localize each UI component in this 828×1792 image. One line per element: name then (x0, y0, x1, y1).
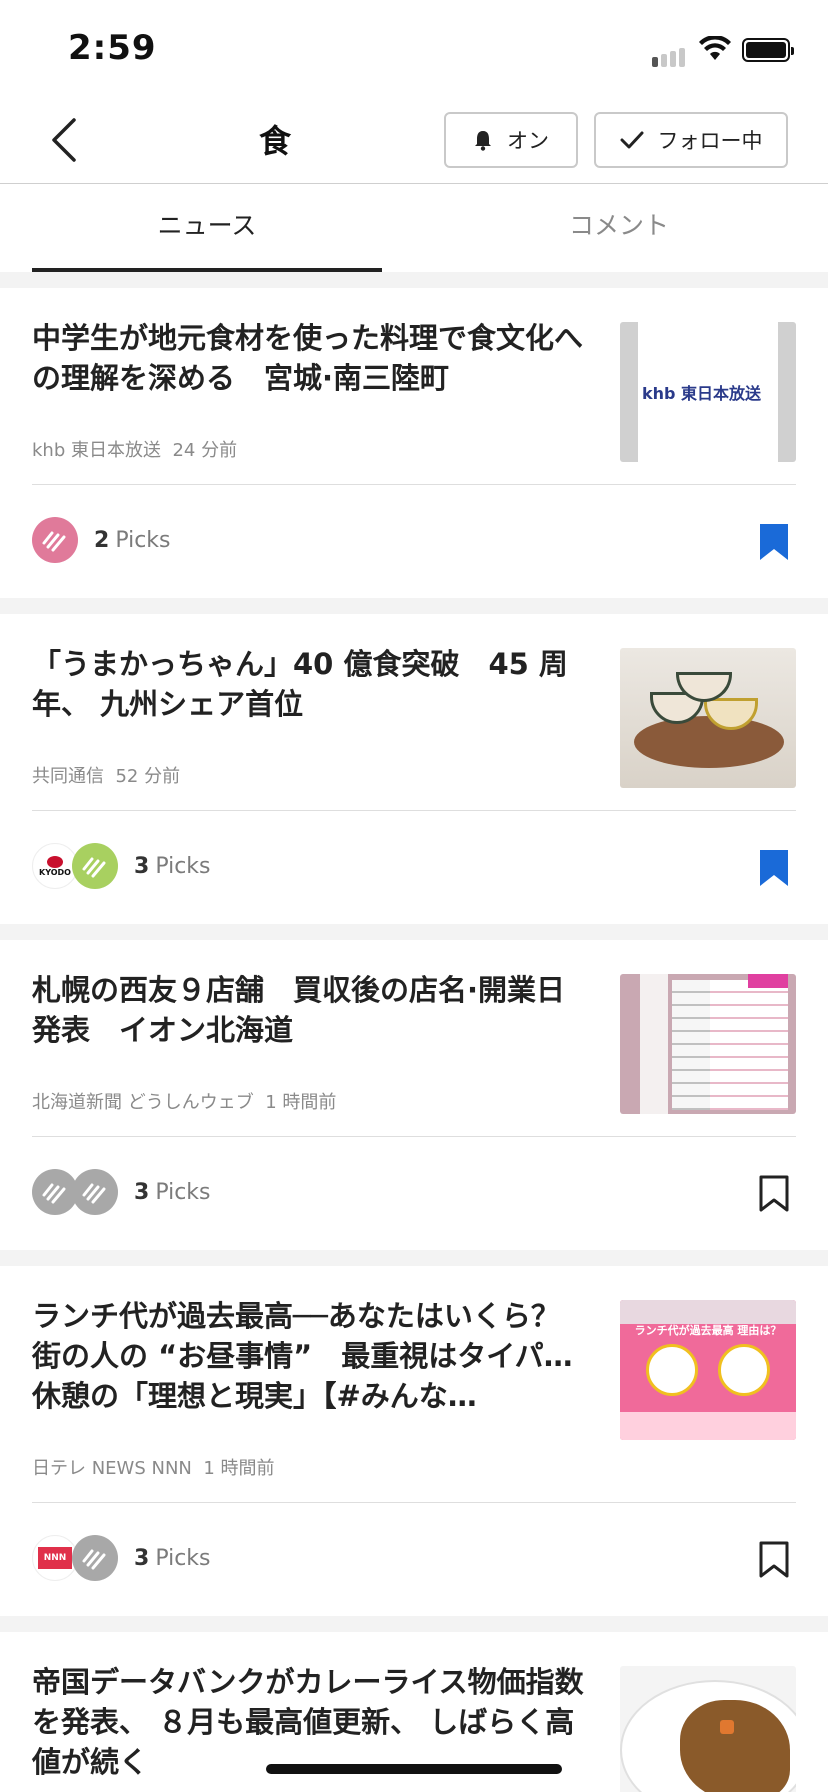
notification-toggle-button[interactable]: オン (444, 112, 578, 168)
article-time: 1 時間前 (203, 1458, 275, 1479)
article-card[interactable]: 中学生が地元食材を使った料理で食文化への理解を深める 宮城·南三陸町 khb 東… (0, 288, 828, 598)
thumbnail-logo-text: khb 東日本放送 (642, 384, 762, 403)
article-meta: 日テレ NEWS NNN 1 時間前 (32, 1454, 275, 1480)
wifi-icon (699, 36, 731, 60)
card-divider (32, 1136, 796, 1137)
article-thumbnail[interactable] (620, 974, 796, 1114)
tab-news[interactable]: ニュース (32, 206, 382, 242)
nav-bar: 食 オン フォロー中 (0, 96, 828, 184)
article-card[interactable]: 「うまかっちゃん」40 億食突破 45 周年、 九州シェア首位 共同通信 52 … (0, 614, 828, 924)
article-meta: 北海道新聞 どうしんウェブ 1 時間前 (32, 1088, 336, 1114)
bell-icon (475, 131, 491, 151)
back-chevron-icon[interactable] (44, 116, 84, 164)
picks-row[interactable]: KYODO 3 Picks (32, 840, 211, 892)
article-title[interactable]: 中学生が地元食材を使った料理で食文化への理解を深める 宮城·南三陸町 (32, 318, 592, 398)
tab-comments[interactable]: コメント (444, 206, 794, 242)
article-title[interactable]: 「うまかっちゃん」40 億食突破 45 周年、 九州シェア首位 (32, 644, 592, 724)
bookmark-outline-icon[interactable] (758, 1174, 790, 1214)
article-time: 1 時間前 (265, 1092, 337, 1113)
zebra-avatar-icon (32, 517, 78, 563)
battery-icon (742, 38, 794, 62)
picks-count: 3 Picks (134, 1179, 211, 1205)
picks-count: 3 Picks (134, 1545, 211, 1571)
article-time: 24 分前 (172, 440, 238, 461)
article-source: 共同通信 (32, 766, 104, 787)
bookmark-filled-icon[interactable] (758, 848, 790, 888)
zebra-avatar-icon (72, 1535, 118, 1581)
article-source: 日テレ NEWS NNN (32, 1458, 192, 1479)
article-thumbnail[interactable] (620, 648, 796, 788)
article-thumbnail[interactable] (620, 1666, 796, 1792)
tab-bar: ニュース コメント (0, 184, 828, 272)
article-source: 北海道新聞 どうしんウェブ (32, 1092, 254, 1113)
card-divider (32, 1502, 796, 1503)
follow-label: フォロー中 (657, 129, 763, 153)
card-divider (32, 484, 796, 485)
article-thumbnail[interactable]: khb 東日本放送 (620, 322, 796, 462)
status-bar: 2:59 (0, 0, 828, 96)
home-indicator[interactable] (266, 1764, 562, 1774)
article-meta: khb 東日本放送 24 分前 (32, 436, 237, 462)
follow-button[interactable]: フォロー中 (594, 112, 788, 168)
picks-row[interactable]: 2 Picks (32, 514, 171, 566)
article-title[interactable]: 札幌の西友９店舗 買収後の店名·開業日発表 イオン北海道 (32, 970, 592, 1050)
page-title: 食 (258, 122, 291, 160)
cellular-signal-icon (652, 48, 685, 67)
article-time: 52 分前 (115, 766, 181, 787)
picks-row[interactable]: NNN 3 Picks (32, 1532, 211, 1584)
notification-label: オン (507, 129, 549, 153)
article-source: khb 東日本放送 (32, 440, 161, 461)
status-time: 2:59 (68, 28, 157, 68)
picks-count: 3 Picks (134, 853, 211, 879)
article-meta: 共同通信 52 分前 (32, 762, 180, 788)
article-thumbnail[interactable]: ランチ代が過去最高 理由は？ (620, 1300, 796, 1440)
article-card[interactable]: ランチ代が過去最高──あなたはいくら？ 街の人の “お昼事情” 最重視はタイパ…… (0, 1266, 828, 1616)
article-card[interactable]: 札幌の西友９店舗 買収後の店名·開業日発表 イオン北海道 北海道新聞 どうしんウ… (0, 940, 828, 1250)
article-title[interactable]: ランチ代が過去最高──あなたはいくら？ 街の人の “お昼事情” 最重視はタイパ…… (32, 1296, 592, 1416)
zebra-avatar-icon (72, 1169, 118, 1215)
news-feed: 中学生が地元食材を使った料理で食文化への理解を深める 宮城·南三陸町 khb 東… (0, 272, 828, 1792)
card-divider (32, 810, 796, 811)
picks-count: 2 Picks (94, 527, 171, 553)
picks-row[interactable]: 3 Picks (32, 1166, 211, 1218)
thumbnail-headline: ランチ代が過去最高 理由は？ (634, 1324, 782, 1337)
checkmark-icon (620, 131, 643, 149)
zebra-avatar-icon (72, 843, 118, 889)
bookmark-outline-icon[interactable] (758, 1540, 790, 1580)
bookmark-filled-icon[interactable] (758, 522, 790, 562)
